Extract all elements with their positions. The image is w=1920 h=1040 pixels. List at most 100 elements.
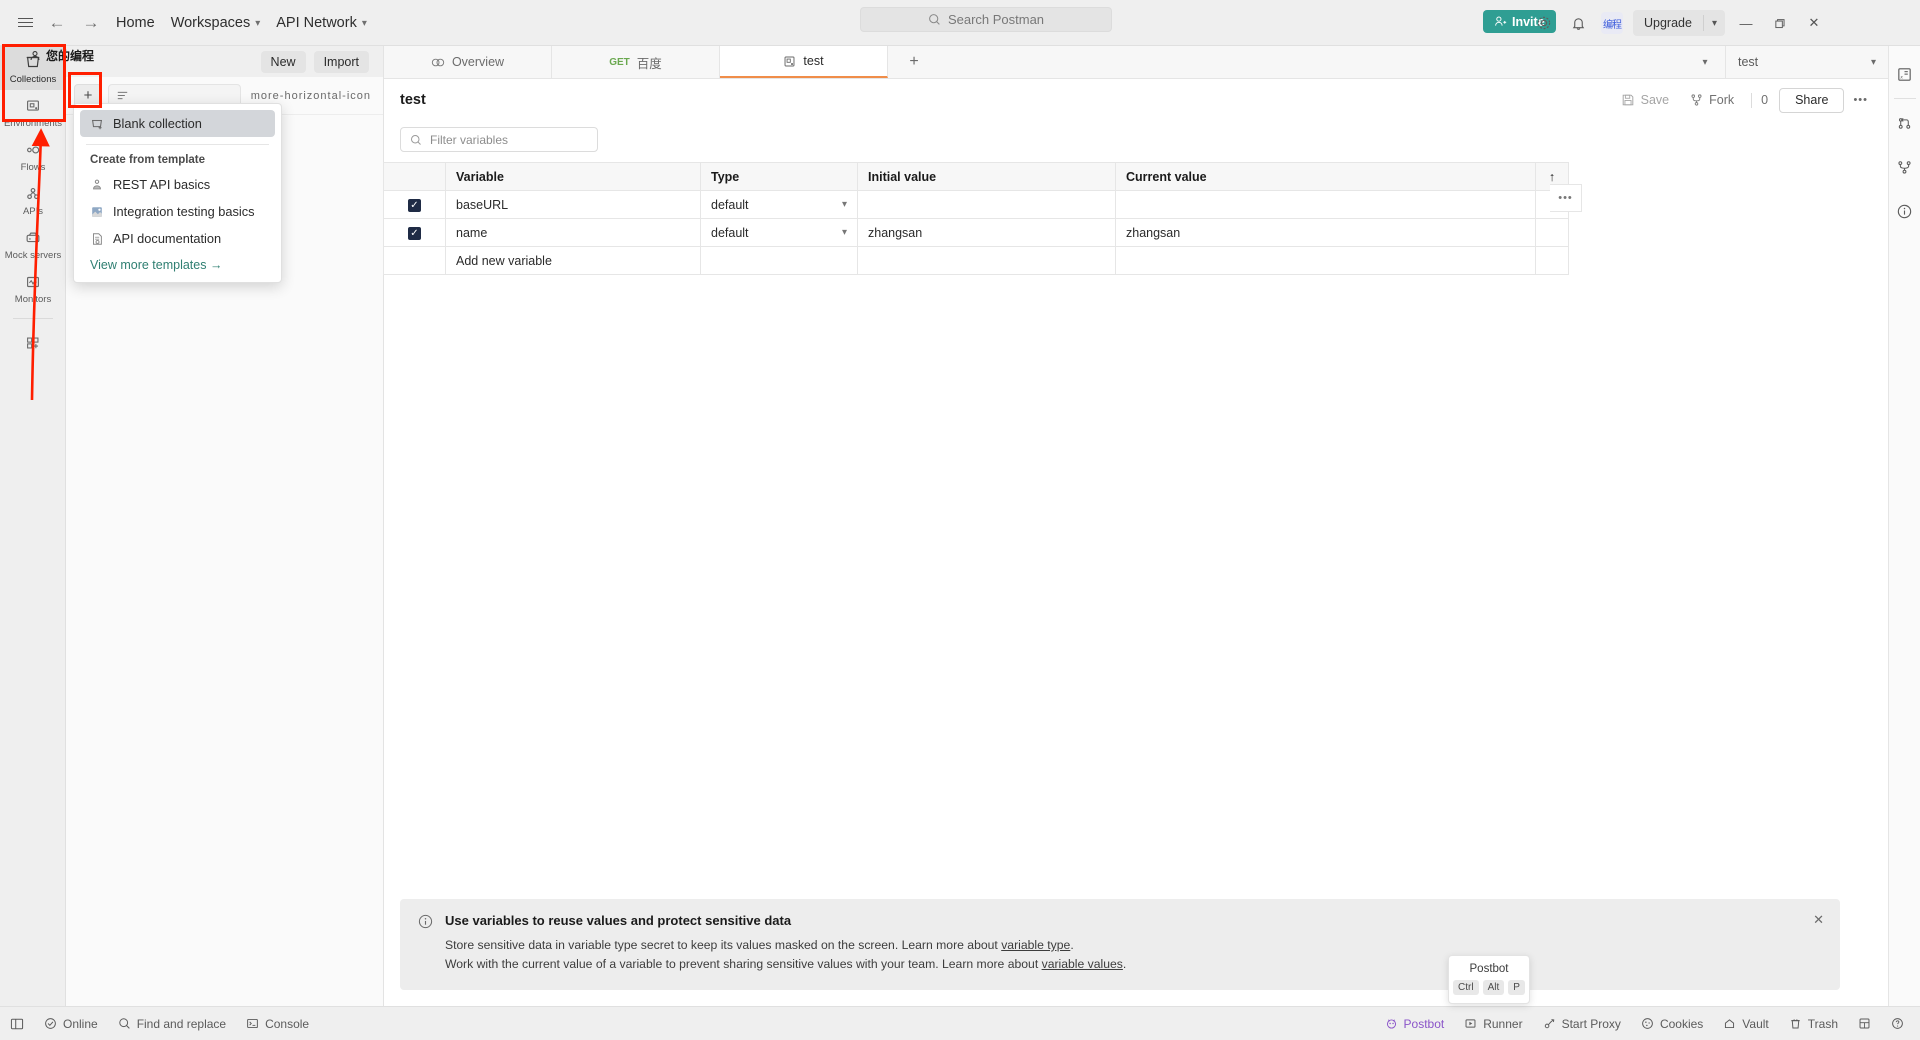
sidebar-item-environments[interactable]: Environments	[0, 90, 66, 134]
tab-overview[interactable]: Overview	[384, 46, 552, 78]
cell-initial-value[interactable]: zhangsan	[857, 218, 1116, 247]
column-header-check	[383, 162, 446, 191]
fork-button[interactable]: Fork	[1682, 87, 1742, 113]
maximize-button[interactable]	[1763, 0, 1797, 46]
env-quick-look-button[interactable]: x	[1889, 52, 1920, 96]
sidebar-item-flows[interactable]: Flows	[0, 134, 66, 178]
avatar-initials: 编程	[1601, 12, 1623, 34]
add-new-variable-link[interactable]: Add new variable	[445, 246, 701, 275]
console-icon	[247, 1018, 258, 1029]
shortcut-key: Ctrl	[1453, 980, 1479, 995]
sidebar-item-label: APIs	[22, 206, 44, 217]
nav-api-network[interactable]: API Network ▾	[268, 8, 375, 38]
row-checkbox-cell[interactable]: ✓	[383, 190, 446, 219]
avatar[interactable]: 编程	[1595, 0, 1629, 46]
sidebar-item-apis[interactable]: APIs	[0, 178, 66, 222]
row-checkbox-cell[interactable]: ✓	[383, 218, 446, 247]
runner-button[interactable]	[1889, 101, 1920, 145]
sidebar-item-monitors[interactable]: Monitors	[0, 266, 66, 310]
menu-icon[interactable]	[10, 8, 40, 38]
right-rail: x	[1888, 46, 1920, 1006]
table-options-button[interactable]: •••	[1550, 184, 1582, 212]
notifications-bell-icon[interactable]	[1561, 0, 1595, 46]
menu-item-api-documentation[interactable]: API documentation	[80, 225, 275, 252]
fork-panel-button[interactable]	[1889, 145, 1920, 189]
cell-type[interactable]	[700, 246, 858, 275]
more-horizontal-icon[interactable]: more-horizontal-icon	[247, 90, 375, 102]
menu-item-rest-api-basics[interactable]: REST API basics	[80, 171, 275, 198]
minimize-button[interactable]: —	[1729, 0, 1763, 46]
close-banner-button[interactable]: ✕	[1813, 912, 1824, 928]
cell-initial-value[interactable]	[857, 246, 1116, 275]
import-button[interactable]: Import	[313, 50, 369, 73]
trash-button[interactable]: Trash	[1779, 1007, 1848, 1040]
add-new-variable-row[interactable]: Add new variable	[383, 246, 1569, 275]
cookies-button[interactable]: Cookies	[1631, 1007, 1713, 1040]
add-panel-icon	[27, 337, 39, 349]
tab-baidu-request[interactable]: GET 百度	[552, 46, 720, 78]
cell-initial-value[interactable]	[857, 190, 1116, 219]
forward-button[interactable]: →	[74, 8, 108, 38]
new-button[interactable]: New	[260, 50, 306, 73]
cell-variable[interactable]: name	[445, 218, 701, 247]
filter-variables-input[interactable]: Filter variables	[400, 127, 598, 152]
row-checkbox[interactable]: ✓	[408, 199, 421, 212]
variable-values-link[interactable]: variable values	[1042, 957, 1123, 971]
online-icon	[45, 1018, 56, 1029]
start-proxy-button[interactable]: Start Proxy	[1533, 1007, 1631, 1040]
menu-item-blank-collection[interactable]: Blank collection	[80, 110, 275, 137]
tabs-overflow-button[interactable]: ▾	[1685, 57, 1725, 68]
save-button[interactable]: Save	[1613, 87, 1678, 113]
runner-button[interactable]: Runner	[1454, 1007, 1532, 1040]
new-tab-button[interactable]: +	[888, 46, 940, 78]
info-panel-button[interactable]	[1889, 189, 1920, 233]
workspace-title-row[interactable]: 您的编程	[28, 47, 94, 64]
view-more-templates-link[interactable]: View more templates →	[74, 252, 281, 272]
cell-current-value[interactable]: zhangsan	[1115, 218, 1536, 247]
sidebar-item-mock-servers[interactable]: Mock servers	[0, 222, 66, 266]
nav-home[interactable]: Home	[108, 8, 163, 38]
search-placeholder: Search Postman	[947, 12, 1045, 27]
environment-selector[interactable]: test ▾	[1725, 45, 1888, 79]
row-checkbox[interactable]: ✓	[408, 227, 421, 240]
sidebar-item-label: Mock servers	[4, 250, 62, 261]
cell-type[interactable]: default ▾	[700, 218, 858, 247]
chevron-down-icon: ▾	[255, 18, 261, 29]
variable-type-link[interactable]: variable type	[1001, 938, 1070, 952]
table-row[interactable]: ✓ name default ▾ zhangsan zhangsan	[383, 218, 1569, 247]
postbot-button[interactable]: Postbot	[1375, 1007, 1455, 1040]
search-input[interactable]: Search Postman	[860, 7, 1112, 32]
settings-gear-icon[interactable]	[1527, 0, 1561, 46]
menu-item-integration-testing-basics[interactable]: Integration testing basics	[80, 198, 275, 225]
share-button[interactable]: Share	[1779, 87, 1845, 113]
info-icon	[418, 914, 433, 929]
find-and-replace-button[interactable]: Find and replace	[108, 1007, 236, 1040]
collection-more-button[interactable]: •••	[1849, 94, 1872, 106]
chevron-down-icon[interactable]: ▾	[1704, 18, 1725, 29]
cell-variable[interactable]: baseURL	[445, 190, 701, 219]
help-button[interactable]	[1881, 1007, 1914, 1040]
cell-current-value[interactable]	[1115, 190, 1536, 219]
toggle-sidebar-button[interactable]	[0, 1007, 34, 1040]
cell-row-actions[interactable]	[1535, 218, 1569, 247]
runner-icon	[1898, 117, 1911, 129]
online-status[interactable]: Online	[34, 1007, 108, 1040]
table-row[interactable]: ✓ baseURL default ▾	[383, 190, 1569, 219]
cell-row-actions[interactable]	[1535, 246, 1569, 275]
vault-button[interactable]: Vault	[1713, 1007, 1778, 1040]
back-button[interactable]: ←	[40, 8, 74, 38]
console-button[interactable]: Console	[236, 1007, 319, 1040]
layout-button[interactable]	[1848, 1007, 1881, 1040]
trash-icon	[1791, 1019, 1800, 1029]
close-button[interactable]: ✕	[1797, 0, 1831, 46]
cell-current-value[interactable]	[1115, 246, 1536, 275]
create-new-dropdown: Blank collection Create from template RE…	[73, 103, 282, 283]
upgrade-button[interactable]: Upgrade ▾	[1629, 0, 1729, 46]
add-panel-button[interactable]	[0, 327, 66, 357]
nav-workspaces[interactable]: Workspaces ▾	[163, 8, 269, 38]
collection-header: test Save Fork 0 Share •••	[384, 79, 1888, 121]
cell-type[interactable]: default ▾	[700, 190, 858, 219]
mock-servers-icon	[26, 232, 40, 243]
menu-item-label: Integration testing basics	[113, 204, 255, 219]
tab-test-collection[interactable]: test	[720, 46, 888, 78]
